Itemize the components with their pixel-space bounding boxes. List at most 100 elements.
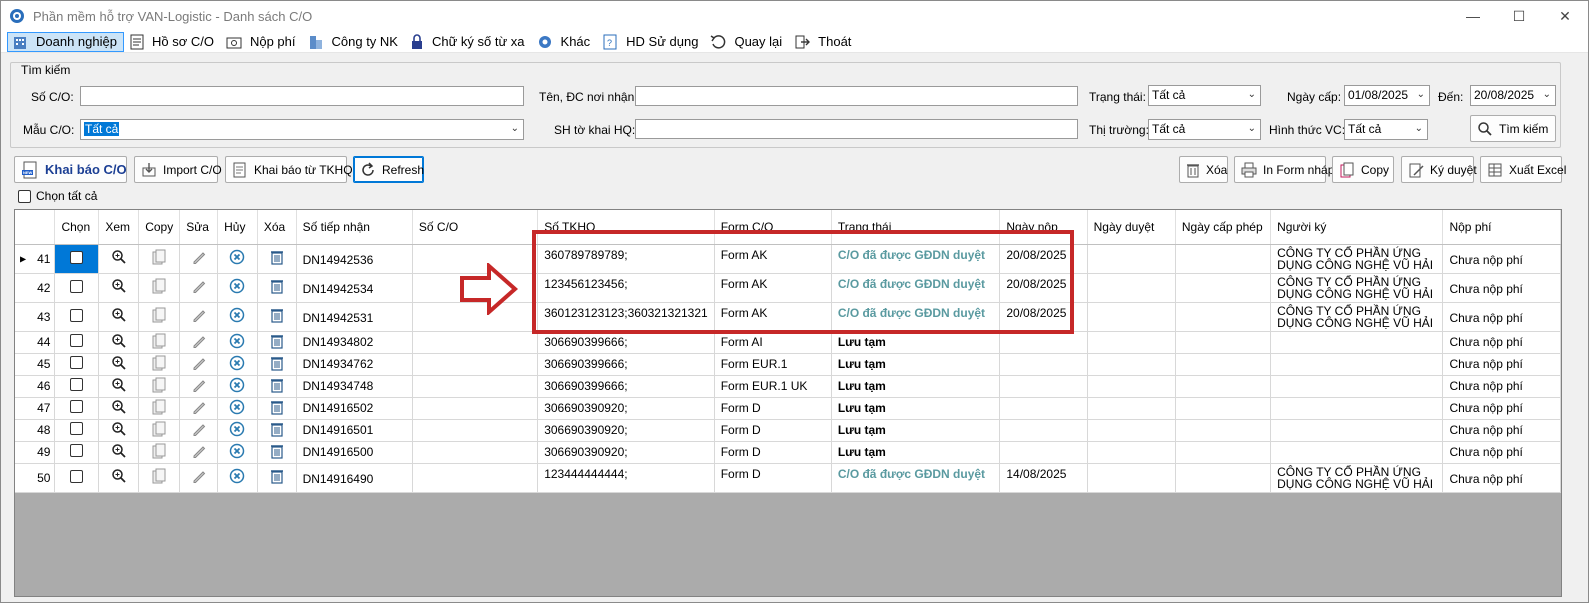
select-cell[interactable] (54, 441, 100, 464)
ngay-duyet-cell[interactable] (1087, 302, 1176, 332)
status-cell[interactable]: C/O đã được GĐDN duyệt (831, 463, 1001, 493)
cancel-icon[interactable] (229, 468, 245, 484)
trash-action-cell[interactable] (257, 375, 297, 398)
nguoi-ky-cell[interactable] (1270, 375, 1444, 398)
status-cell[interactable]: Lưu tạm (831, 397, 1001, 420)
cancel-icon[interactable] (229, 355, 245, 371)
nop-phi-cell[interactable]: Chưa nộp phí (1442, 244, 1561, 274)
trash-action-cell[interactable] (257, 244, 297, 274)
menu-item-3[interactable]: Nộp phí (222, 32, 302, 52)
so-co-cell[interactable] (412, 419, 539, 442)
pencil-action-cell[interactable] (179, 331, 219, 354)
so-tiep-nhan-cell[interactable]: DN14934748 (296, 375, 413, 398)
pencil-icon[interactable] (191, 377, 207, 393)
pencil-icon[interactable] (191, 468, 207, 484)
so-co-cell[interactable] (412, 353, 539, 376)
status-cell[interactable]: Lưu tạm (831, 375, 1001, 398)
column-header[interactable]: Sửa (179, 210, 219, 245)
ngay-cap-phep-cell[interactable] (1175, 397, 1272, 420)
table-row[interactable]: 48 DN14916501 306690390920; Form D Lưu tạm Ch… (15, 419, 1561, 442)
nop-phi-cell[interactable]: Chưa nộp phí (1442, 273, 1561, 303)
select-cell[interactable] (54, 331, 100, 354)
row-checkbox[interactable] (70, 378, 84, 391)
cancel-action-cell[interactable] (217, 331, 258, 354)
ngay-duyet-cell[interactable] (1087, 353, 1176, 376)
table-row[interactable]: 50 DN14916490 123444444444; Form D C/O đã đư… (15, 463, 1561, 493)
view-icon[interactable] (111, 421, 127, 437)
select-cell[interactable] (54, 397, 100, 420)
sh-input[interactable] (635, 119, 1078, 139)
row-number[interactable]: 48 (15, 419, 56, 442)
form-co-cell[interactable]: Form D (714, 419, 832, 442)
pencil-action-cell[interactable] (179, 441, 219, 464)
cancel-action-cell[interactable] (217, 463, 258, 493)
nguoi-ky-cell[interactable] (1270, 441, 1444, 464)
ten-input[interactable] (635, 86, 1078, 106)
menu-item-4[interactable]: Công ty NK (304, 32, 404, 52)
nop-phi-cell[interactable]: Chưa nộp phí (1442, 397, 1561, 420)
view-icon[interactable] (111, 355, 127, 371)
form-co-cell[interactable]: Form D (714, 441, 832, 464)
row-checkbox[interactable] (70, 400, 84, 413)
nguoi-ky-cell[interactable] (1270, 331, 1444, 354)
view-icon[interactable] (111, 399, 127, 415)
menu-item-7[interactable]: ? HD Sử dụng (598, 32, 704, 52)
cancel-action-cell[interactable] (217, 397, 258, 420)
cancel-action-cell[interactable] (217, 375, 258, 398)
row-number[interactable]: 49 (15, 441, 56, 464)
copy-icon[interactable] (152, 333, 166, 349)
nop-phi-cell[interactable]: Chưa nộp phí (1442, 302, 1561, 332)
menu-item-5[interactable]: Chữ ký số từ xa (406, 32, 531, 52)
view-action-cell[interactable] (98, 463, 140, 493)
select-all-checkbox[interactable] (18, 189, 31, 203)
pencil-icon[interactable] (191, 443, 207, 459)
trash-icon[interactable] (270, 399, 284, 415)
so-co-cell[interactable] (412, 375, 539, 398)
menu-item-8[interactable]: Quay lại (706, 32, 788, 52)
ngay-cap-phep-cell[interactable] (1175, 273, 1272, 303)
pencil-action-cell[interactable] (179, 397, 219, 420)
so-tkhq-cell[interactable]: 306690399666; (537, 353, 715, 376)
row-checkbox[interactable] (70, 422, 84, 435)
status-cell[interactable]: Lưu tạm (831, 441, 1001, 464)
cancel-icon[interactable] (229, 443, 245, 459)
row-number[interactable]: 47 (15, 397, 56, 420)
select-cell[interactable] (54, 244, 100, 274)
so-tiep-nhan-cell[interactable]: DN14916490 (296, 463, 413, 493)
copy-icon[interactable] (152, 377, 166, 393)
status-cell[interactable]: Lưu tạm (831, 353, 1001, 376)
table-row[interactable]: 46 DN14934748 306690399666; Form EUR.1 UK Lư… (15, 375, 1561, 398)
ngay-nop-cell[interactable] (999, 419, 1088, 442)
cancel-icon[interactable] (229, 377, 245, 393)
nguoi-ky-cell[interactable] (1270, 419, 1444, 442)
copy-icon[interactable] (152, 307, 166, 323)
so-tkhq-cell[interactable]: 306690390920; (537, 441, 715, 464)
copy-icon[interactable] (152, 468, 166, 484)
copy-icon[interactable] (152, 443, 166, 459)
row-checkbox[interactable] (70, 444, 84, 457)
so-tiep-nhan-cell[interactable]: DN14916500 (296, 441, 413, 464)
form-co-cell[interactable]: Form AI (714, 331, 832, 354)
nguoi-ky-cell[interactable]: CÔNG TY CỔ PHẦN ỨNG DỤNG CÔNG NGHỆ VŨ HẢ… (1270, 302, 1444, 332)
nop-phi-cell[interactable]: Chưa nộp phí (1442, 353, 1561, 376)
so-tkhq-cell[interactable]: 306690399666; (537, 375, 715, 398)
row-checkbox[interactable] (70, 334, 84, 347)
view-action-cell[interactable] (98, 331, 140, 354)
trash-icon[interactable] (270, 421, 284, 437)
hinh-thuc-select[interactable]: Tất cả ⌄ (1344, 119, 1428, 140)
form-co-cell[interactable]: Form EUR.1 UK (714, 375, 832, 398)
cancel-icon[interactable] (229, 307, 245, 323)
copy-action-cell[interactable] (138, 331, 181, 354)
nguoi-ky-cell[interactable]: CÔNG TY CỔ PHẦN ỨNG DỤNG CÔNG NGHỆ VŨ HẢ… (1270, 244, 1444, 274)
minimize-icon[interactable]: — (1450, 1, 1496, 31)
nguoi-ky-cell[interactable] (1270, 397, 1444, 420)
nop-phi-cell[interactable]: Chưa nộp phí (1442, 463, 1561, 493)
select-cell[interactable] (54, 463, 100, 493)
view-action-cell[interactable] (98, 273, 140, 303)
search-button[interactable]: Tìm kiếm (1470, 115, 1556, 142)
copy-action-cell[interactable] (138, 244, 181, 274)
ngay-cap-phep-cell[interactable] (1175, 302, 1272, 332)
so-co-cell[interactable] (412, 397, 539, 420)
ngay-nop-cell[interactable] (999, 353, 1088, 376)
row-checkbox[interactable] (70, 279, 84, 293)
